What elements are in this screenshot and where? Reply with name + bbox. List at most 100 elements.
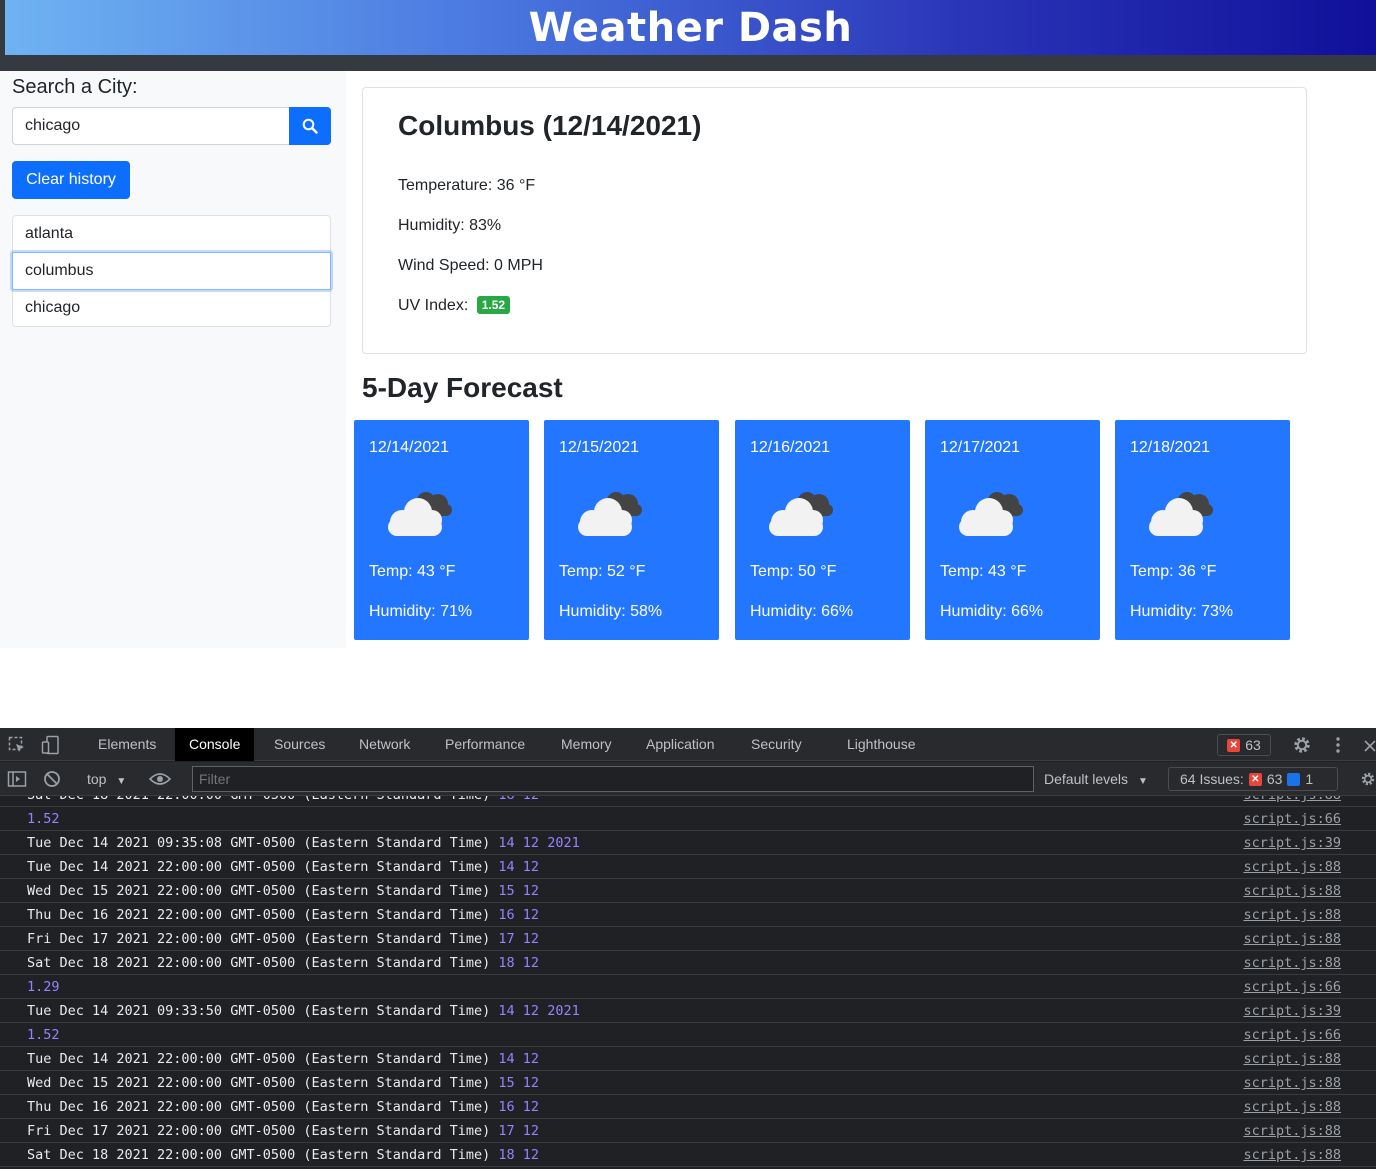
log-text: Thu Dec 16 2021 22:00:00 GMT-0500 (Easte…: [27, 1099, 491, 1115]
device-toolbar-icon[interactable]: [41, 735, 61, 755]
log-source-link[interactable]: script.js:39: [1243, 999, 1341, 1023]
forecast-title: 5-Day Forecast: [362, 372, 563, 403]
log-source-link[interactable]: script.js:88: [1243, 1143, 1341, 1167]
forecast-date: 12/14/2021: [369, 439, 450, 456]
forecast-card: 12/16/2021 Temp: 50 °F Humidity: 66%: [735, 420, 910, 640]
log-source-link[interactable]: script.js:88: [1243, 879, 1341, 903]
log-source-link[interactable]: script.js:88: [1243, 1047, 1341, 1071]
history-item-atlanta[interactable]: atlanta: [12, 215, 331, 253]
log-source-link[interactable]: script.js:66: [1243, 807, 1341, 831]
header-bar: Weather Dash: [0, 0, 1376, 71]
tab-network[interactable]: Network: [345, 728, 424, 761]
log-source-link[interactable]: script.js:88: [1243, 951, 1341, 975]
forecast-temp: Temp: 50 °F: [750, 563, 837, 580]
tab-console[interactable]: Console: [175, 728, 255, 761]
log-levels-dropdown[interactable]: Default levels ▼: [1044, 762, 1148, 796]
console-log-row: Thu Dec 16 2021 22:00:00 GMT-0500 (Easte…: [0, 1095, 1376, 1119]
tab-sources[interactable]: Sources: [260, 728, 339, 761]
cloud-shape: [1149, 492, 1213, 536]
console-log-message: Tue Dec 14 2021 09:35:08 GMT-0500 (Easte…: [27, 831, 580, 855]
console-log-row: 1.52 script.js:66: [0, 1023, 1376, 1047]
sidebar-toggle-icon[interactable]: [7, 770, 27, 788]
forecast-humidity: Humidity: 66%: [750, 603, 854, 620]
tab-memory[interactable]: Memory: [547, 728, 626, 761]
tab-elements[interactable]: Elements: [84, 728, 170, 761]
log-source-link[interactable]: script.js:39: [1243, 831, 1341, 855]
log-numbers: 15 12: [498, 1075, 540, 1091]
console-log-row: Fri Dec 17 2021 22:00:00 GMT-0500 (Easte…: [0, 1119, 1376, 1143]
log-numbers: 17 12: [498, 1123, 540, 1139]
city-search-input[interactable]: [12, 107, 290, 145]
console-log-row: Sat Dec 18 2021 22:00:00 GMT-0500 (Easte…: [0, 1143, 1376, 1167]
settings-gear-icon[interactable]: [1292, 735, 1312, 755]
info-message-icon: [1287, 772, 1301, 786]
uv-index-badge: 1.52: [476, 296, 511, 314]
log-source-link[interactable]: script.js:88: [1243, 796, 1341, 807]
forecast-humidity: Humidity: 58%: [559, 603, 663, 620]
forecast-humidity: Humidity: 66%: [940, 603, 1044, 620]
header-banner: Weather Dash: [5, 0, 1376, 55]
console-log-message: 1.29: [27, 975, 60, 999]
console-filter-input[interactable]: [192, 766, 1034, 792]
clear-console-icon[interactable]: [43, 770, 61, 788]
close-devtools-icon[interactable]: [1362, 737, 1376, 753]
site-title: Weather Dash: [528, 4, 853, 51]
log-numbers: 18 12: [498, 955, 540, 971]
tab-application[interactable]: Application: [632, 728, 729, 761]
console-log-row: 1.52 script.js:66: [0, 807, 1376, 831]
search-icon: [302, 118, 318, 134]
log-numbers: 1.52: [27, 811, 60, 827]
log-numbers: 16 12: [498, 1099, 540, 1115]
history-item-columbus[interactable]: columbus: [12, 252, 331, 290]
log-numbers: 14 12: [498, 859, 540, 875]
log-source-link[interactable]: script.js:88: [1243, 927, 1341, 951]
search-history-list: atlanta columbus chicago: [12, 215, 331, 327]
console-log-message: Sat Dec 18 2021 22:00:00 GMT-0500 (Easte…: [27, 796, 539, 807]
devtools-panel: Elements Console Sources Network Perform…: [0, 728, 1376, 1169]
more-options-icon[interactable]: [1330, 735, 1346, 755]
log-text: Sat Dec 18 2021 22:00:00 GMT-0500 (Easte…: [27, 1147, 491, 1163]
uv-index-label: UV Index:: [398, 297, 469, 314]
log-text: Sat Dec 18 2021 22:00:00 GMT-0500 (Easte…: [27, 796, 490, 803]
issues-badge[interactable]: 64 Issues: ✕ 63 1: [1168, 767, 1338, 791]
clear-history-button[interactable]: Clear history: [12, 161, 130, 199]
log-source-link[interactable]: script.js:88: [1243, 1071, 1341, 1095]
inspect-element-icon[interactable]: [8, 736, 26, 754]
log-numbers: 15 12: [498, 883, 540, 899]
log-numbers: 1.52: [27, 1027, 60, 1043]
cloud-shape: [388, 492, 452, 536]
log-source-link[interactable]: script.js:88: [1243, 903, 1341, 927]
forecast-date: 12/16/2021: [750, 439, 831, 456]
log-source-link[interactable]: script.js:66: [1243, 1023, 1341, 1047]
log-text: Fri Dec 17 2021 22:00:00 GMT-0500 (Easte…: [27, 1123, 491, 1139]
log-source-link[interactable]: script.js:88: [1243, 855, 1341, 879]
cloud-shape: [959, 492, 1023, 536]
console-log-message: Thu Dec 16 2021 22:00:00 GMT-0500 (Easte…: [27, 1095, 539, 1119]
console-log-message: Tue Dec 14 2021 22:00:00 GMT-0500 (Easte…: [27, 855, 539, 879]
log-numbers: 16 12: [498, 907, 540, 923]
console-settings-gear-icon[interactable]: [1360, 770, 1376, 788]
issues-info-count: 1: [1305, 771, 1314, 787]
tab-lighthouse[interactable]: Lighthouse: [833, 728, 930, 761]
cloudy-icon: [1143, 486, 1223, 547]
log-text: Fri Dec 17 2021 22:00:00 GMT-0500 (Easte…: [27, 931, 491, 947]
log-text: Thu Dec 16 2021 22:00:00 GMT-0500 (Easte…: [27, 907, 491, 923]
context-selector[interactable]: top ▼: [87, 762, 126, 796]
tab-security[interactable]: Security: [737, 728, 816, 761]
log-text: Tue Dec 14 2021 22:00:00 GMT-0500 (Easte…: [27, 1051, 491, 1067]
log-source-link[interactable]: script.js:88: [1243, 1119, 1341, 1143]
forecast-card: 12/17/2021 Temp: 43 °F Humidity: 66%: [925, 420, 1100, 640]
log-source-link[interactable]: script.js:88: [1243, 1095, 1341, 1119]
live-expression-eye-icon[interactable]: [149, 770, 171, 788]
log-source-link[interactable]: script.js:66: [1243, 975, 1341, 999]
history-item-chicago[interactable]: chicago: [12, 289, 331, 327]
console-log-message: 1.52: [27, 807, 60, 831]
log-numbers: 14 12: [498, 1051, 540, 1067]
search-label: Search a City:: [12, 76, 138, 98]
search-button[interactable]: [289, 107, 331, 145]
error-count-badge[interactable]: ✕ 63: [1217, 734, 1271, 756]
forecast-card: 12/15/2021 Temp: 52 °F Humidity: 58%: [544, 420, 719, 640]
log-text: Tue Dec 14 2021 09:35:08 GMT-0500 (Easte…: [27, 835, 491, 851]
tab-performance[interactable]: Performance: [431, 728, 539, 761]
current-wind-speed: Wind Speed: 0 MPH: [398, 257, 543, 274]
